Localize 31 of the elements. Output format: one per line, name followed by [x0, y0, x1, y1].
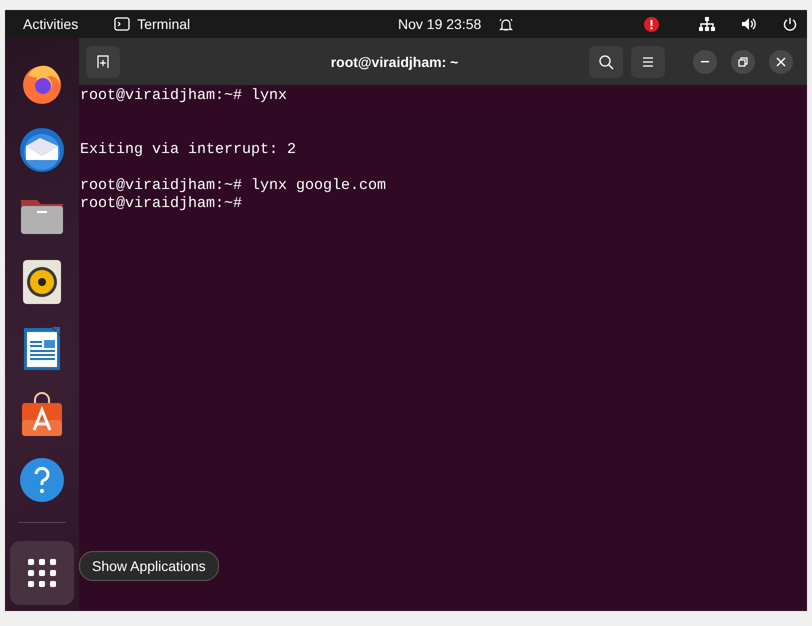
close-button[interactable] — [769, 50, 793, 74]
search-icon — [598, 54, 614, 70]
close-icon — [776, 56, 786, 66]
bell-icon — [499, 16, 514, 32]
terminal-line: root@viraidjham:~# lynx — [80, 87, 288, 105]
clock[interactable]: Nov 19 23:58 — [398, 16, 482, 32]
new-tab-button[interactable] — [86, 46, 120, 78]
window-title: root@viraidjham: ~ — [330, 54, 460, 70]
restore-icon — [738, 56, 748, 66]
tooltip: Show Applications — [79, 551, 219, 581]
network-icon[interactable] — [699, 17, 715, 31]
show-applications-button[interactable] — [10, 541, 74, 605]
envelope-icon[interactable] — [18, 126, 66, 174]
menu-icon — [641, 56, 655, 68]
warning-icon[interactable] — [644, 16, 659, 32]
question-mark-icon[interactable] — [18, 456, 66, 504]
terminal-line: root@viraidjham:~# lynx google.com — [80, 177, 386, 195]
app-menu[interactable]: Terminal — [137, 16, 190, 32]
terminal-line: root@viraidjham:~# — [80, 195, 242, 213]
minimize-button[interactable] — [693, 50, 717, 74]
activities-button[interactable]: Activities — [23, 16, 78, 32]
maximize-button[interactable] — [731, 50, 755, 74]
volume-icon[interactable] — [741, 17, 757, 31]
search-button[interactable] — [589, 46, 623, 78]
terminal-line: Exiting via interrupt: 2 — [80, 141, 296, 159]
terminal-icon — [114, 17, 130, 31]
new-tab-icon — [95, 54, 111, 70]
power-icon[interactable] — [783, 17, 797, 31]
menu-button[interactable] — [631, 46, 665, 78]
grid-icon — [26, 557, 58, 589]
minimize-icon — [701, 60, 709, 62]
